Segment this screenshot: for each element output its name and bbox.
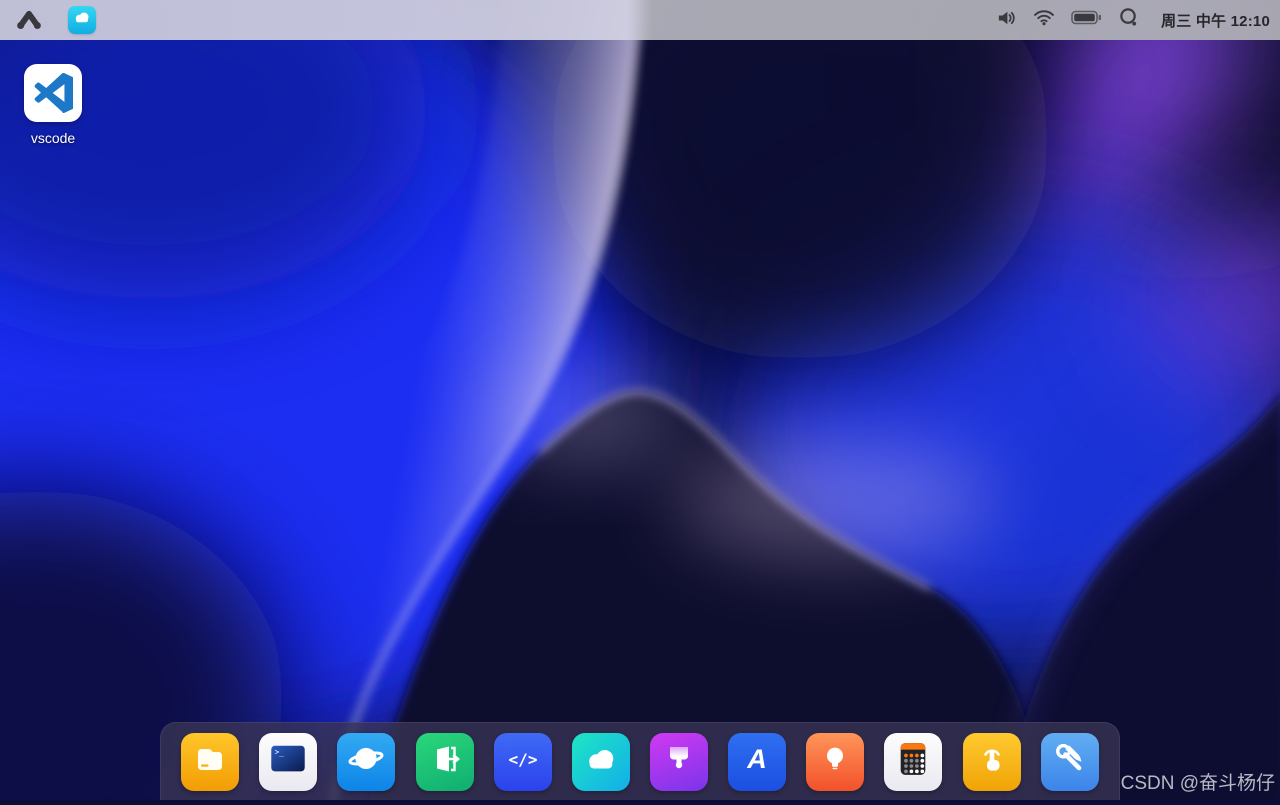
planet-icon (347, 740, 385, 783)
dock-item-appearance[interactable] (649, 732, 708, 791)
top-bar: 周三 中午 12:10 (0, 0, 1280, 40)
volume-icon[interactable] (996, 9, 1017, 32)
cloud-icon (584, 747, 618, 777)
search-icon[interactable] (1118, 7, 1139, 33)
dock-item-toolbox[interactable] (1040, 732, 1099, 791)
dock-item-terminal[interactable]: >_ (259, 732, 318, 791)
folder-icon (192, 741, 228, 782)
svg-text:>_: >_ (275, 748, 284, 757)
battery-icon[interactable] (1071, 9, 1102, 31)
code-tags-icon: </> (503, 740, 543, 783)
wifi-icon[interactable] (1033, 9, 1055, 31)
dock: >_ </> A (160, 722, 1120, 800)
dock-item-file-manager[interactable] (181, 732, 240, 791)
svg-text:A: A (746, 744, 767, 774)
shortcut-label: vscode (30, 130, 76, 146)
terminal-icon: >_ (266, 737, 310, 786)
dock-item-boot-maker[interactable] (415, 732, 474, 791)
desktop-wallpaper (0, 0, 1280, 805)
svg-text:</>: </> (508, 750, 537, 769)
dock-item-weather[interactable] (571, 732, 630, 791)
dock-item-app-store[interactable]: A (728, 732, 787, 791)
paint-brush-icon (661, 741, 697, 782)
active-app-button[interactable] (68, 6, 96, 34)
lightbulb-icon (818, 742, 852, 781)
system-tray: 周三 中午 12:10 (996, 7, 1270, 33)
dock-item-calculator[interactable] (884, 732, 943, 791)
dock-item-gesture[interactable] (962, 732, 1021, 791)
letter-a-icon: A (738, 740, 776, 783)
calculator-icon (891, 737, 935, 786)
wrench-pencil-icon (1052, 741, 1088, 782)
clock[interactable]: 周三 中午 12:10 (1161, 10, 1270, 31)
touch-hand-icon (974, 741, 1010, 782)
dock-item-browser[interactable] (337, 732, 396, 791)
launcher-button[interactable] (12, 4, 46, 36)
door-arrow-icon (427, 741, 463, 782)
csdn-watermark: CSDN @奋斗杨仔 (1120, 773, 1275, 794)
desktop-shortcut-vscode[interactable]: vscode (20, 64, 86, 146)
deepin-logo-icon (14, 5, 44, 36)
cloud-app-icon (73, 11, 91, 29)
dock-item-tips[interactable] (806, 732, 865, 791)
vscode-logo-icon (24, 64, 82, 122)
dock-item-code-editor[interactable]: </> (493, 732, 552, 791)
